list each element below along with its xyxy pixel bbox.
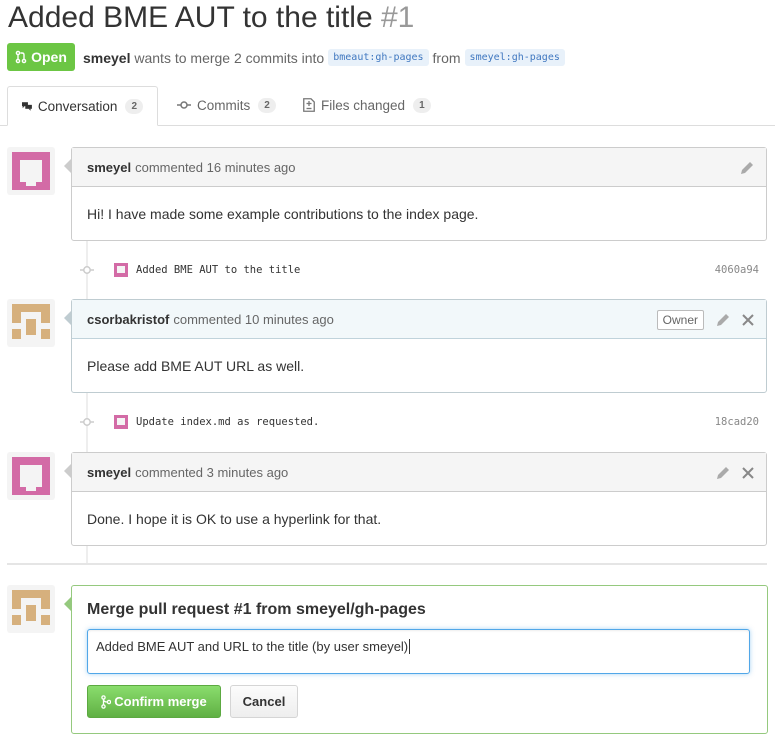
avatar[interactable]: [114, 263, 128, 277]
avatar[interactable]: [7, 585, 55, 633]
avatar-identicon: [12, 304, 50, 339]
comment-actions: [716, 453, 754, 492]
merge-icon: [101, 694, 112, 709]
text-cursor: [409, 639, 411, 654]
conversation-icon: [22, 101, 32, 111]
avatar[interactable]: [114, 415, 128, 429]
comment-author[interactable]: smeyel: [87, 160, 131, 175]
avatar-identicon: [12, 457, 50, 495]
tab-commits-label: Commits: [197, 97, 251, 113]
confirm-merge-button[interactable]: Confirm merge: [87, 685, 221, 718]
status-badge: Open: [7, 43, 75, 71]
tab-files-changed-count: 1: [413, 97, 431, 113]
comment-header: csorbakristof commented 10 minutes ago O…: [72, 300, 766, 339]
commit-icon: [80, 418, 94, 426]
tab-conversation-label: Conversation: [37, 98, 118, 114]
comment-meta[interactable]: commented 16 minutes ago: [135, 160, 295, 175]
pr-meta: smeyel wants to merge 2 commits into bme…: [83, 49, 569, 66]
cancel-button[interactable]: Cancel: [230, 685, 298, 718]
commit-sha[interactable]: 4060a94: [715, 264, 759, 276]
comment-actions: [740, 148, 754, 187]
pencil-icon[interactable]: [716, 313, 730, 327]
base-branch: bmeaut:gh-pages: [328, 49, 429, 66]
comment-meta[interactable]: commented 3 minutes ago: [135, 465, 288, 480]
from-text: from: [432, 49, 461, 66]
pencil-icon[interactable]: [716, 466, 730, 480]
comment-header: smeyel commented 3 minutes ago: [72, 453, 766, 492]
pr-meta-text: wants to merge 2 commits into: [134, 49, 325, 66]
close-icon[interactable]: [742, 313, 754, 326]
cancel-label: Cancel: [242, 694, 286, 709]
tab-files-changed[interactable]: Files changed 1: [289, 86, 445, 124]
comment-header: smeyel commented 16 minutes ago: [72, 148, 766, 187]
pr-icon: [15, 50, 27, 64]
tab-bar: Conversation 2 Commits 2 Files changed 1: [0, 86, 775, 126]
pr-author[interactable]: smeyel: [83, 50, 130, 66]
commit-message[interactable]: Update index.md as requested.: [136, 416, 319, 428]
commit-row: Update index.md as requested. 18cad20: [72, 410, 772, 434]
comment: smeyel commented 16 minutes ago Hi! I ha…: [71, 147, 767, 241]
commit-sha[interactable]: 18cad20: [715, 416, 759, 428]
comment-actions: Owner: [656, 300, 754, 339]
avatar-identicon: [12, 590, 50, 625]
confirm-merge-label: Confirm merge: [114, 694, 207, 709]
file-diff-icon: [303, 98, 315, 112]
status-label: Open: [31, 49, 67, 65]
merge-message-value: Added BME AUT and URL to the title (by u…: [96, 639, 409, 654]
comment: csorbakristof commented 10 minutes ago O…: [71, 299, 767, 393]
avatar[interactable]: [7, 452, 55, 500]
tab-conversation-count: 2: [125, 98, 143, 114]
tab-files-changed-label: Files changed: [321, 97, 406, 113]
commit-icon: [177, 101, 191, 109]
close-icon[interactable]: [742, 466, 754, 479]
avatar[interactable]: [7, 147, 55, 195]
owner-badge: Owner: [656, 309, 704, 330]
comment-author[interactable]: smeyel: [87, 465, 131, 480]
comment-meta[interactable]: commented 10 minutes ago: [173, 312, 333, 327]
comment-body: Done. I hope it is OK to use a hyperlink…: [87, 510, 382, 527]
merge-title: Merge pull request #1 from smeyel/gh-pag…: [87, 601, 426, 618]
comment-body: Please add BME AUT URL as well.: [87, 357, 305, 374]
avatar[interactable]: [7, 299, 55, 347]
discussion-divider: [7, 563, 767, 565]
commit-row: Added BME AUT to the title 4060a94: [72, 258, 772, 282]
comment-author[interactable]: csorbakristof: [87, 312, 169, 327]
comment-body: Hi! I have made some example contributio…: [87, 205, 479, 222]
merge-form: Merge pull request #1 from smeyel/gh-pag…: [71, 585, 768, 734]
head-branch: smeyel:gh-pages: [464, 49, 565, 66]
tab-conversation[interactable]: Conversation 2: [7, 86, 158, 126]
commit-icon: [80, 266, 94, 274]
pr-number: #1: [381, 1, 415, 34]
page-title: Added BME AUT to the title #1: [8, 0, 414, 36]
commit-message[interactable]: Added BME AUT to the title: [136, 264, 300, 276]
comment: smeyel commented 3 minutes ago Done. I h…: [71, 452, 767, 546]
avatar-identicon: [12, 152, 50, 190]
pencil-icon[interactable]: [740, 161, 754, 175]
tab-commits-count: 2: [258, 97, 276, 113]
pr-title: Added BME AUT to the title: [8, 1, 373, 34]
merge-message-input[interactable]: Added BME AUT and URL to the title (by u…: [87, 629, 750, 674]
tab-commits[interactable]: Commits 2: [163, 86, 290, 124]
